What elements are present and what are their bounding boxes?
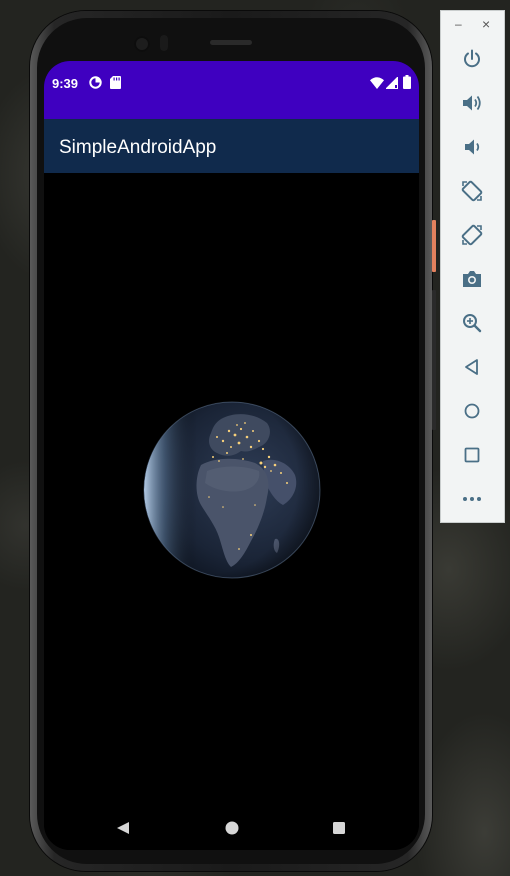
minimize-icon[interactable]: – [455,18,462,30]
back-icon [465,359,478,375]
app-bar: SimpleAndroidApp [44,119,419,173]
device-screen: 9:39 SimpleAndroidApp [44,61,419,850]
screenshot-button[interactable] [456,263,488,295]
volume-up-icon [463,95,481,111]
earpiece-speaker [210,40,252,45]
rotate-right-icon [461,224,483,246]
zoom-button[interactable] [456,307,488,339]
sd-card-icon [110,76,121,89]
rotate-right-button[interactable] [456,219,488,251]
navigation-bar [44,803,419,850]
more-options-button[interactable] [456,483,488,515]
more-icon [463,497,481,501]
data-saver-icon [89,76,102,89]
screenshot-icon [463,271,481,287]
proximity-sensor [160,35,168,51]
zoom-icon [463,314,482,333]
volume-down-button[interactable] [456,131,488,163]
power-icon [464,49,480,68]
earth-at-night-icon [143,401,321,579]
emulator-home-button[interactable] [456,395,488,427]
close-icon[interactable]: × [482,17,490,31]
app-content [44,173,419,803]
app-title: SimpleAndroidApp [59,137,217,158]
rotate-left-icon [461,180,483,202]
power-side-button[interactable] [432,220,436,272]
status-time: 9:39 [52,76,79,91]
back-icon[interactable] [116,821,130,835]
overview-icon [464,447,480,463]
front-camera [134,36,150,52]
emulator-toolbar: – × [440,10,505,523]
emulator-overview-button[interactable] [456,439,488,471]
rotate-left-button[interactable] [456,175,488,207]
cell-signal-icon [386,77,398,89]
power-button[interactable] [456,43,488,75]
home-icon[interactable] [225,821,239,835]
status-bar: 9:39 [44,61,419,119]
volume-down-icon [465,139,480,155]
recents-icon[interactable] [332,821,346,835]
battery-icon [403,75,411,89]
emulator-back-button[interactable] [456,351,488,383]
volume-up-button[interactable] [456,87,488,119]
volume-side-button[interactable] [432,290,436,430]
home-icon [464,403,480,419]
wifi-icon [370,77,384,89]
